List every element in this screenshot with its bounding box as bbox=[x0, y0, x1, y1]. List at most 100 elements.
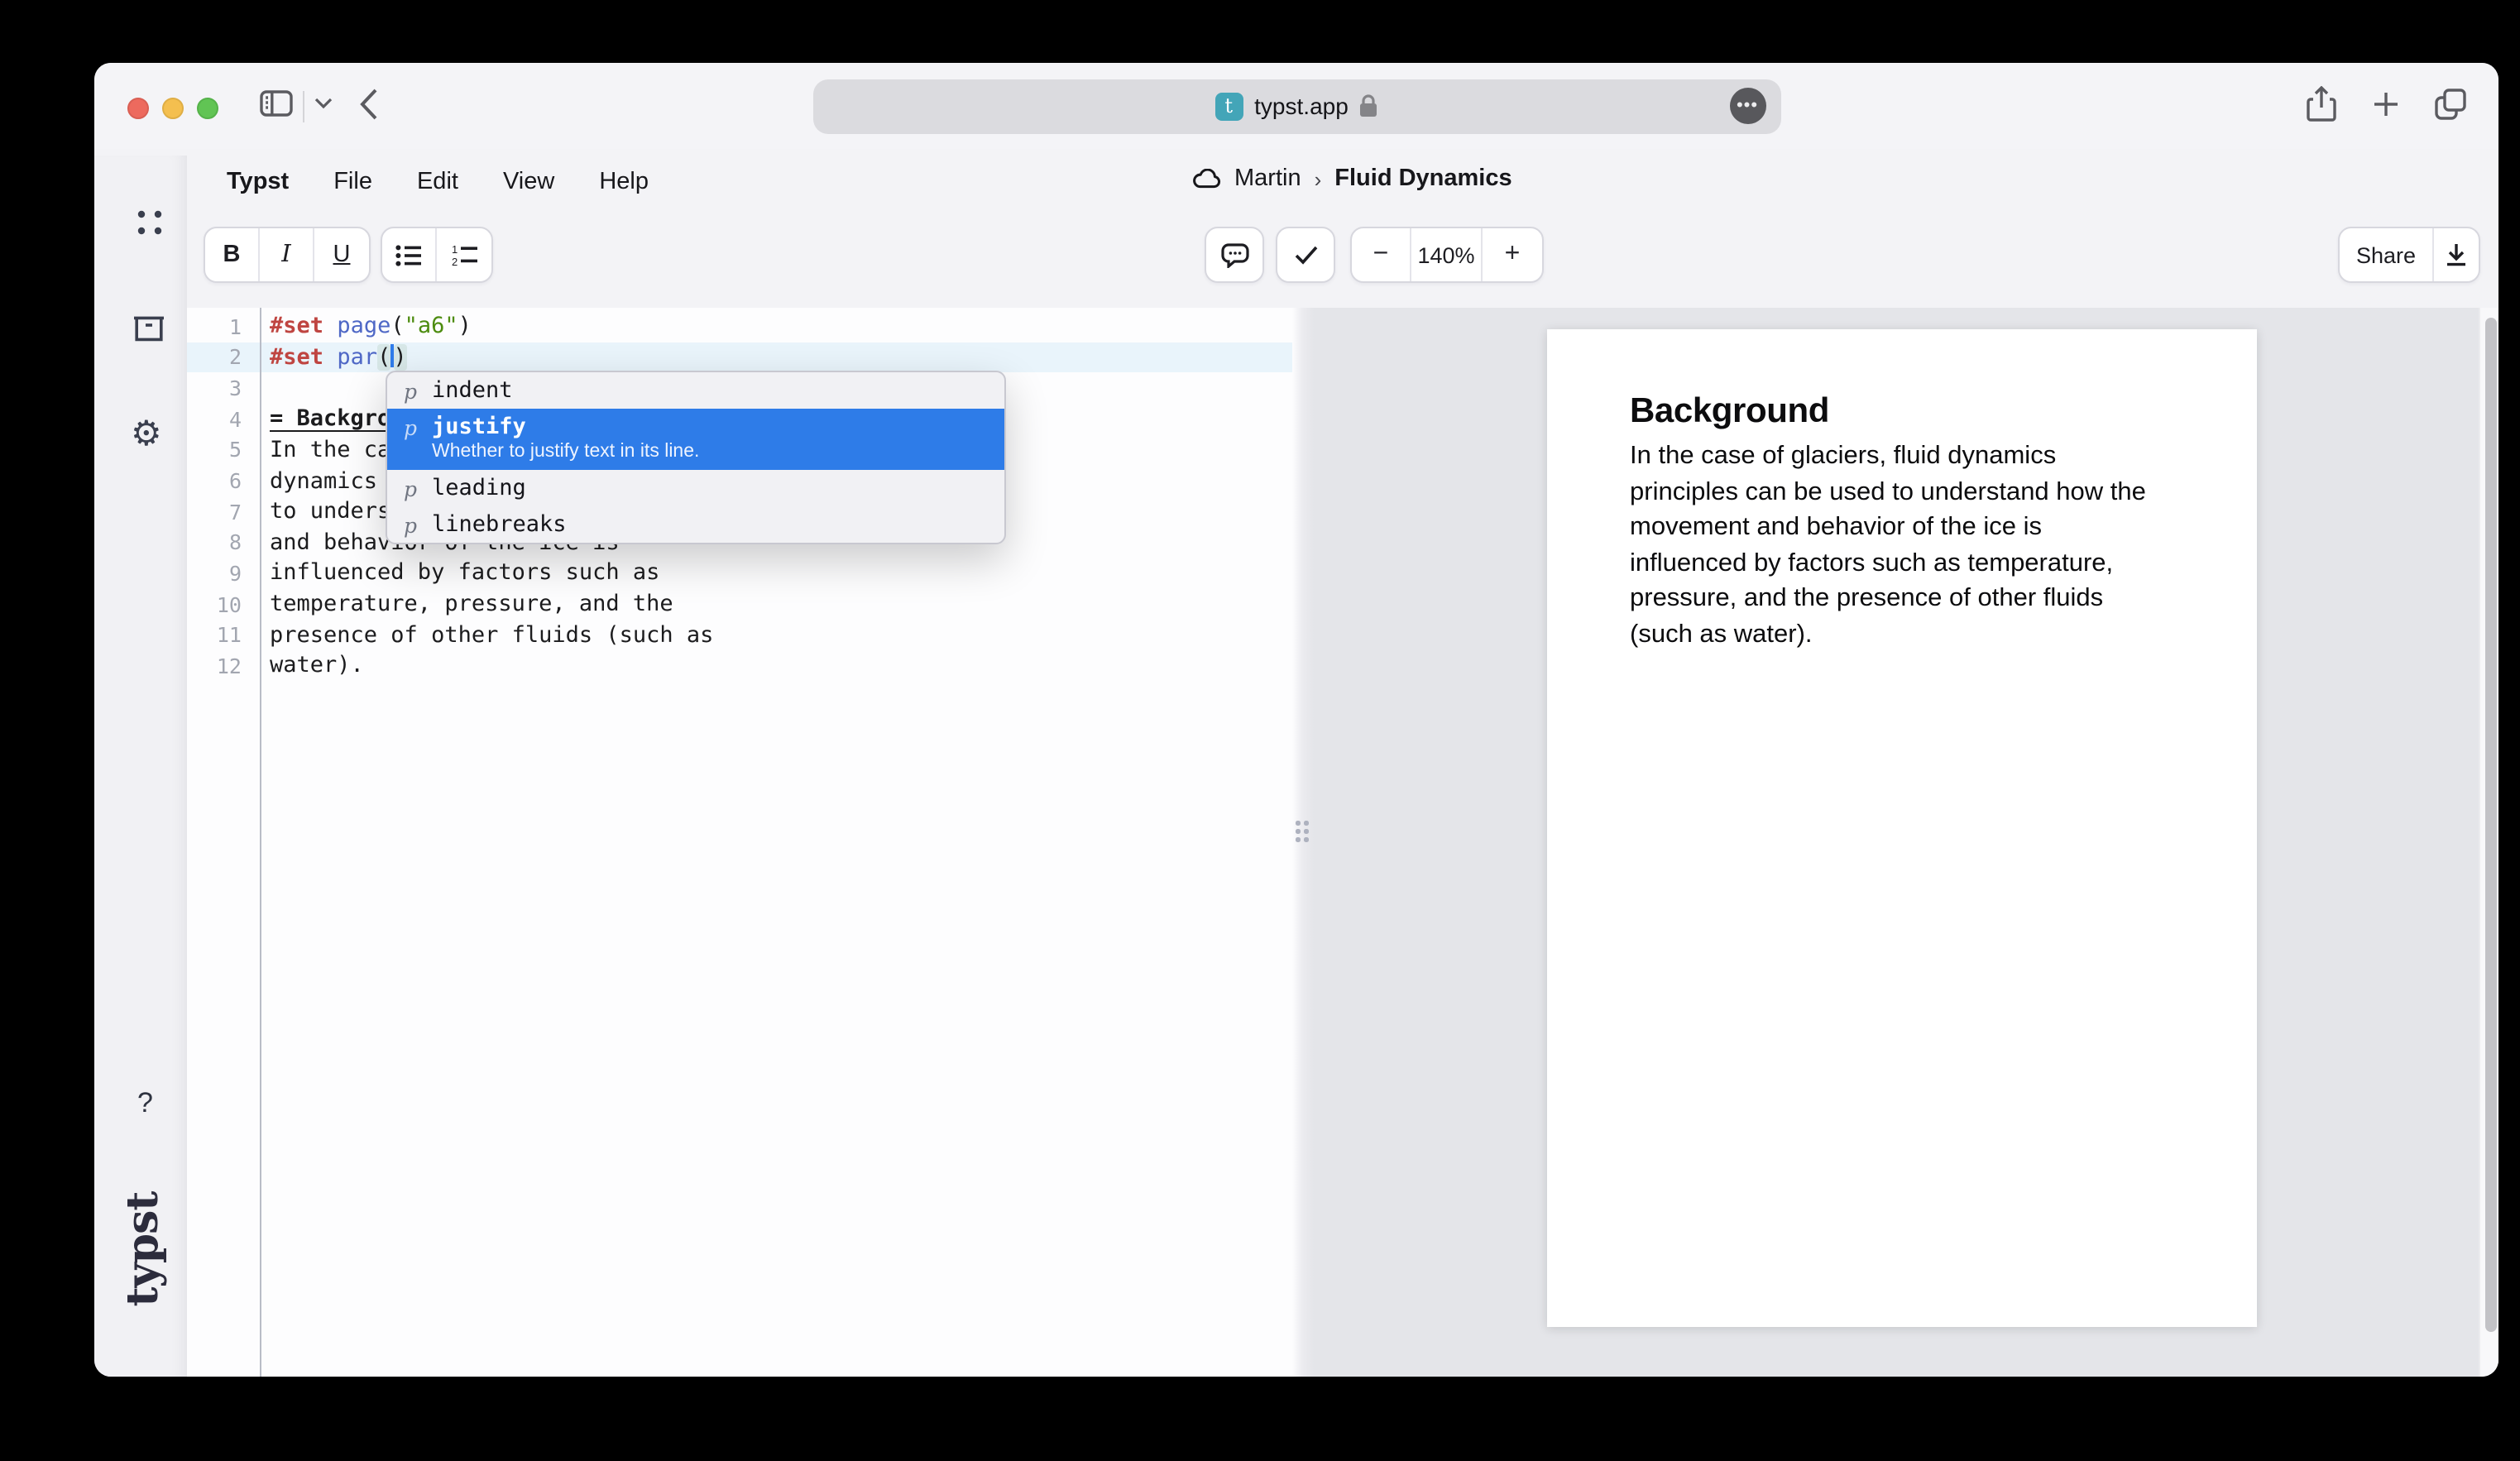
autocomplete-popup: pindentpjustifyWhether to justify text i… bbox=[386, 371, 1006, 544]
lock-icon bbox=[1360, 94, 1378, 117]
page-settings-icon[interactable]: ••• bbox=[1729, 88, 1765, 124]
browser-toolbar: t typst.app ••• bbox=[94, 63, 2498, 149]
comment-button[interactable] bbox=[1206, 228, 1262, 281]
svg-text:2: 2 bbox=[451, 255, 457, 266]
code-text: water). bbox=[260, 653, 364, 679]
code-text: presence of other fluids (such as bbox=[260, 621, 713, 648]
line-number: 5 bbox=[187, 438, 260, 462]
code-editor[interactable]: 1#set page("a6")2#set par()34= Backgroun… bbox=[187, 308, 1292, 1377]
code-line-10[interactable]: 10temperature, pressure, and the bbox=[187, 589, 1292, 620]
line-number: 12 bbox=[187, 654, 260, 678]
autocomplete-item-indent[interactable]: pindent bbox=[387, 372, 1004, 409]
breadcrumb-document[interactable]: Fluid Dynamics bbox=[1334, 165, 1512, 192]
italic-button[interactable]: I bbox=[260, 228, 314, 281]
files-icon[interactable] bbox=[132, 316, 165, 342]
line-number: 10 bbox=[187, 592, 260, 616]
autocomplete-description: Whether to justify text in its line. bbox=[404, 442, 988, 462]
bullet-list-button[interactable] bbox=[382, 228, 437, 281]
toolbar-divider bbox=[303, 91, 304, 122]
browser-share-icon[interactable] bbox=[2307, 86, 2336, 122]
line-number: 4 bbox=[187, 406, 260, 431]
address-bar[interactable]: t typst.app ••• bbox=[812, 79, 1780, 133]
preview-scrollbar[interactable] bbox=[2479, 308, 2498, 1377]
menu-help[interactable]: Help bbox=[599, 169, 649, 195]
zoom-out-button[interactable]: − bbox=[1352, 228, 1411, 281]
tab-overview-icon[interactable] bbox=[2434, 88, 2467, 121]
line-number: 1 bbox=[187, 314, 260, 339]
preview-body: In the case of glaciers, fluid dynamicsp… bbox=[1630, 438, 2146, 653]
share-button[interactable]: Share bbox=[2340, 228, 2434, 281]
gutter-divider bbox=[260, 308, 261, 1377]
sidebar-toggle-icon[interactable] bbox=[260, 89, 293, 117]
zoom-in-button[interactable]: + bbox=[1483, 228, 1542, 281]
breadcrumb: Martin › Fluid Dynamics bbox=[1193, 165, 1512, 192]
new-tab-icon[interactable] bbox=[2373, 91, 2399, 117]
code-text: influenced by factors such as bbox=[260, 560, 659, 587]
typst-logo: typst bbox=[119, 1181, 169, 1317]
breadcrumb-workspace[interactable]: Martin bbox=[1234, 165, 1301, 192]
help-icon[interactable]: ? bbox=[137, 1087, 153, 1120]
code-text: #set page("a6") bbox=[260, 314, 472, 340]
list-group: 1 2 bbox=[381, 227, 493, 283]
preview-heading: Background bbox=[1630, 392, 1829, 432]
pane-splitter[interactable] bbox=[1292, 308, 1314, 1377]
code-text: #set par() bbox=[260, 344, 407, 371]
line-number: 7 bbox=[187, 499, 260, 524]
fullscreen-window-button[interactable] bbox=[196, 97, 218, 118]
code-line-11[interactable]: 11presence of other fluids (such as bbox=[187, 620, 1292, 650]
settings-gear-icon[interactable]: ⚙ bbox=[131, 417, 162, 452]
app-menubar: Typst File Edit View Help bbox=[227, 169, 649, 195]
scrollbar-thumb[interactable] bbox=[2484, 318, 2496, 1332]
browser-window: t typst.app ••• TypstFil bbox=[94, 63, 2498, 1377]
app-grid-icon[interactable] bbox=[137, 210, 162, 235]
line-number: 8 bbox=[187, 530, 260, 555]
code-line-9[interactable]: 9influenced by factors such as bbox=[187, 558, 1292, 588]
chevron-down-icon[interactable] bbox=[314, 98, 333, 109]
breadcrumb-separator: › bbox=[1315, 166, 1322, 191]
zoom-level[interactable]: 140% bbox=[1411, 228, 1483, 281]
autocomplete-item-linebreaks[interactable]: plinebreaks bbox=[387, 506, 1004, 543]
bold-button[interactable]: B bbox=[205, 228, 260, 281]
line-number: 9 bbox=[187, 561, 260, 586]
preview-page: Background In the case of glaciers, flui… bbox=[1547, 329, 2257, 1327]
menu-file[interactable]: File bbox=[333, 169, 372, 195]
download-icon bbox=[2446, 243, 2467, 266]
numbered-list-button[interactable]: 1 2 bbox=[437, 228, 491, 281]
svg-text:1: 1 bbox=[451, 244, 457, 255]
bullet-list-icon bbox=[395, 244, 422, 266]
code-text: temperature, pressure, and the bbox=[260, 591, 673, 617]
close-window-button[interactable] bbox=[127, 97, 148, 118]
underline-button[interactable]: U bbox=[314, 228, 369, 281]
download-button[interactable] bbox=[2434, 228, 2479, 281]
menu-view[interactable]: View bbox=[503, 169, 554, 195]
splitter-drag-handle[interactable] bbox=[1296, 821, 1310, 849]
zoom-group: − 140% + bbox=[1350, 227, 1544, 283]
text-style-group: B I U bbox=[204, 227, 371, 283]
autocomplete-item-justify[interactable]: pjustifyWhether to justify text in its l… bbox=[387, 409, 1004, 470]
share-group: Share bbox=[2338, 227, 2480, 283]
line-number: 6 bbox=[187, 468, 260, 493]
numbered-list-icon: 1 2 bbox=[451, 244, 477, 266]
line-number: 2 bbox=[187, 345, 260, 370]
autocomplete-item-leading[interactable]: pleading bbox=[387, 470, 1004, 506]
preview-pane: Background In the case of glaciers, flui… bbox=[1314, 308, 2498, 1377]
comment-icon bbox=[1220, 242, 1248, 267]
menu-typst[interactable]: Typst bbox=[227, 169, 289, 195]
cloud-icon bbox=[1193, 169, 1221, 189]
screen: t typst.app ••• TypstFil bbox=[0, 0, 2520, 1461]
menu-edit[interactable]: Edit bbox=[417, 169, 458, 195]
line-number: 11 bbox=[187, 622, 260, 647]
url-text: typst.app bbox=[1254, 93, 1349, 119]
text-cursor bbox=[390, 344, 393, 367]
code-line-1[interactable]: 1#set page("a6") bbox=[187, 311, 1292, 342]
comments-group bbox=[1205, 227, 1264, 283]
line-number: 3 bbox=[187, 376, 260, 400]
minimize-window-button[interactable] bbox=[161, 97, 183, 118]
code-line-12[interactable]: 12water). bbox=[187, 650, 1292, 681]
back-button[interactable] bbox=[359, 88, 379, 121]
code-line-2[interactable]: 2#set par() bbox=[187, 342, 1292, 372]
typst-favicon: t bbox=[1214, 92, 1243, 120]
spellcheck-group bbox=[1276, 227, 1335, 283]
check-button[interactable] bbox=[1277, 228, 1334, 281]
check-icon bbox=[1293, 245, 1318, 265]
